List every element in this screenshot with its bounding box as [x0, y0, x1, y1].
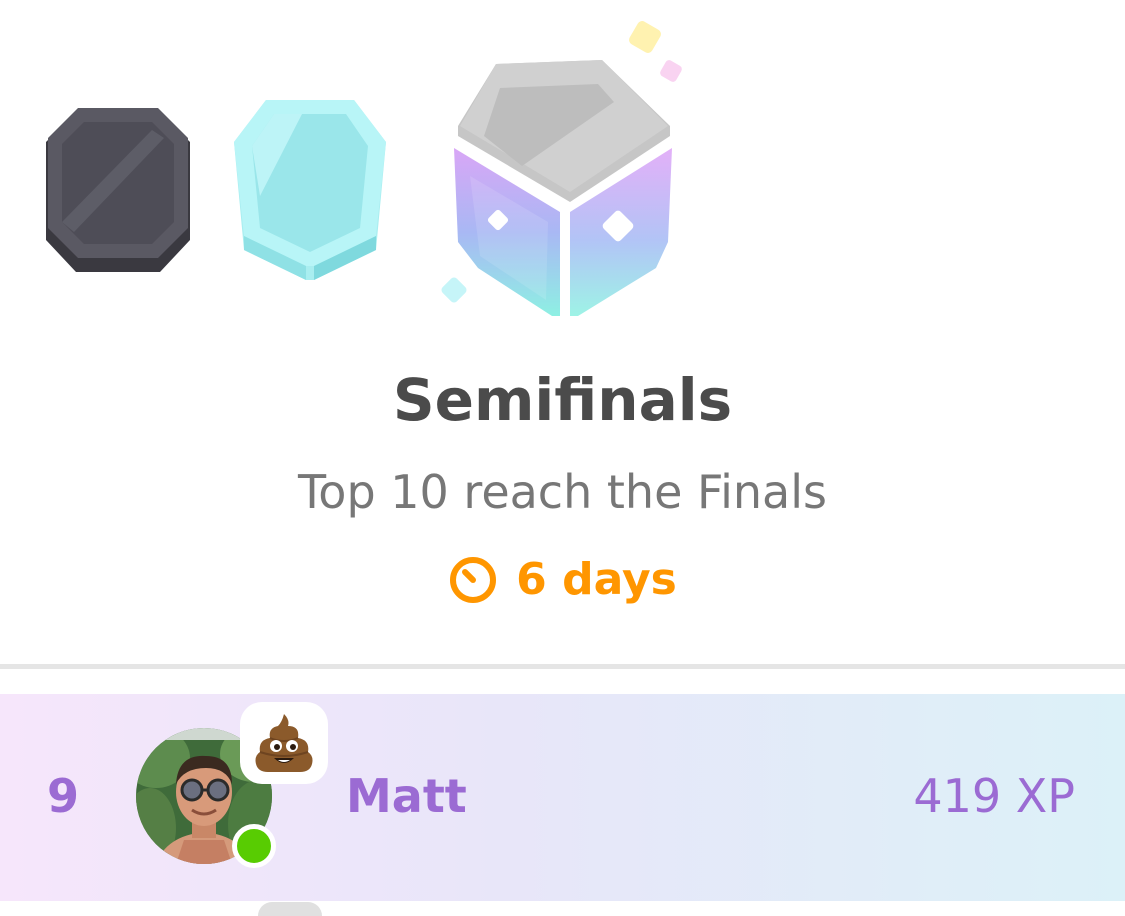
league-badges: [0, 0, 1125, 340]
league-countdown: 6 days: [0, 550, 1125, 610]
user-name[interactable]: Matt: [346, 764, 467, 828]
leaderboard-row-current-user[interactable]: 9 Matt 419 XP: [0, 694, 1125, 901]
section-divider: [0, 664, 1125, 669]
rank-number: 9: [46, 769, 79, 823]
timer-icon: [448, 555, 498, 605]
next-row-avatar-peek: [258, 902, 322, 916]
online-status-indicator: [232, 824, 276, 868]
poop-emoji-icon: [255, 714, 313, 772]
league-subtitle: Top 10 reach the Finals: [298, 465, 827, 519]
obsidian-league-badge-icon: [46, 108, 190, 272]
user-xp: 419 XP: [913, 769, 1075, 823]
league-title: Semifinals: [392, 366, 733, 434]
time-remaining: 6 days: [516, 554, 677, 605]
diamond-league-badge-icon: [234, 100, 386, 280]
semifinals-league-badge-icon: [441, 21, 682, 316]
status-emoji-badge: [240, 702, 328, 784]
